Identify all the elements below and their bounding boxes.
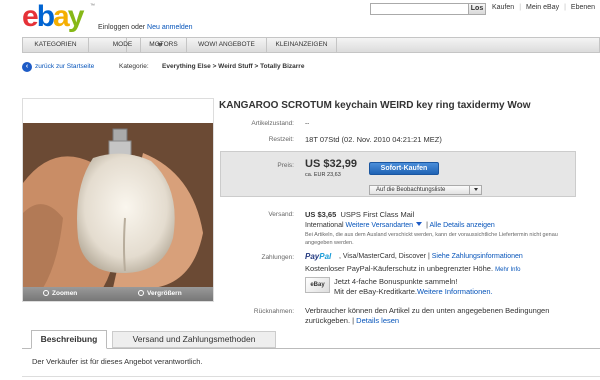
toplink-mein-ebay[interactable]: Mein eBay — [526, 4, 559, 11]
enlarge-label: Vergrößern — [147, 290, 182, 297]
search-input[interactable] — [370, 3, 468, 15]
top-links: Kaufen | Mein eBay | Ebenen — [492, 4, 595, 11]
buy-now-button[interactable]: Sofort-Kaufen — [369, 162, 439, 175]
paypal-logo: PayPal — [305, 252, 331, 261]
returns-description: Verbraucher können den Artikel zu den un… — [305, 306, 550, 325]
nav-kategorien[interactable]: KATEGORIEN — [23, 38, 89, 52]
nav-mode[interactable]: MODE — [105, 38, 141, 52]
paypal-protection-text: Kostenloser PayPal-Käuferschutz in unbeg… — [305, 264, 494, 273]
price-eur: ca. EUR 23,63 — [305, 172, 341, 178]
watchlist-dropdown[interactable] — [469, 185, 482, 195]
item-title: KANGAROO SCROTUM keychain WEIRD key ring… — [219, 100, 531, 111]
returns-text: Verbraucher können den Artikel zu den un… — [305, 306, 550, 325]
login-line: Einloggen oder Neu anmelden — [98, 24, 193, 31]
shipping-international: International Weitere Versandarten | Alle… — [305, 222, 495, 229]
payment-info-link[interactable]: Siehe Zahlungsinformationen — [432, 253, 523, 260]
returns-label: Rücknahmen: — [253, 308, 294, 315]
image-toolbar: Zoomen Vergrößern — [23, 287, 213, 301]
enlarge-button[interactable]: Vergrößern — [138, 287, 182, 301]
time-left-label: Restzeit: — [268, 136, 294, 143]
shipping-label: Versand: — [268, 211, 294, 218]
nav-motors[interactable]: MOTORS — [141, 38, 187, 52]
watchlist-button[interactable]: Auf die Beobachtungsliste — [369, 185, 482, 195]
bonus-info-link[interactable]: Weitere Informationen. — [417, 287, 493, 296]
divider — [22, 376, 600, 377]
register-link[interactable]: Neu anmelden — [147, 24, 193, 31]
ebay-logo[interactable]: ebay — [22, 0, 85, 33]
zoom-label: Zoomen — [52, 290, 78, 297]
toplink-ebenen[interactable]: Ebenen — [571, 4, 595, 11]
shipping-details-link[interactable]: Alle Details anzeigen — [429, 222, 494, 229]
category-nav: KATEGORIEN MODE MOTORS WOW! ANGEBOTE KLE… — [22, 37, 600, 53]
payment-label: Zahlungen: — [261, 254, 294, 261]
tab-divider — [22, 348, 600, 349]
header: ebay ™ Einloggen oder Neu anmelden Los K… — [0, 0, 600, 36]
shipping-cost: US $3,65 USPS First Class Mail — [305, 210, 414, 219]
time-left-value: 18T 07Std (02. Nov. 2010 04:21:21 MEZ) — [305, 135, 442, 144]
divider: | — [519, 4, 522, 11]
divider: | — [564, 4, 566, 11]
login-prefix: Einloggen oder — [98, 24, 148, 31]
search-button[interactable]: Los — [468, 3, 486, 15]
condition-label: Artikelzustand: — [251, 120, 294, 127]
toplink-kaufen[interactable]: Kaufen — [492, 4, 514, 11]
breadcrumb-label: Kategorie: — [119, 63, 149, 70]
bonus-text: Jetzt 4-fache Bonuspunkte sammeln! — [334, 277, 458, 286]
back-to-home-link[interactable]: zurück zur Startseite — [35, 63, 94, 70]
chevron-down-icon — [474, 188, 478, 191]
price-label: Preis: — [277, 162, 294, 169]
nav-kleinanzeigen[interactable]: KLEINANZEIGEN — [267, 38, 337, 52]
returns-details-link[interactable]: Details lesen — [356, 316, 399, 325]
nav-wow-angebote[interactable]: WOW! ANGEBOTE — [187, 38, 267, 52]
item-photo[interactable] — [23, 123, 213, 288]
more-info-link[interactable]: Mehr Info — [495, 267, 520, 273]
magnifier-plus-icon — [138, 290, 144, 296]
shipping-region: International — [305, 222, 344, 229]
more-shipping-link[interactable]: Weitere Versandarten — [345, 222, 413, 229]
seller-responsibility: Der Verkäufer ist für dieses Angebot ver… — [32, 357, 203, 366]
zoom-button[interactable]: Zoomen — [43, 287, 77, 301]
trademark-mark: ™ — [90, 3, 95, 9]
payment-methods: , Visa/MasterCard, Discover | Siehe Zahl… — [339, 253, 523, 260]
condition-value: -- — [305, 120, 310, 127]
shipping-note: Bei Artikeln, die aus dem Ausland versch… — [305, 232, 558, 246]
paypal-protection: Kostenloser PayPal-Käuferschutz in unbeg… — [305, 264, 520, 273]
bonus-card-line: Mit der eBay-Kreditkarte.Weitere Informa… — [334, 287, 493, 296]
payment-methods-text: , Visa/MasterCard, Discover — [339, 253, 427, 260]
tab-shipping-payment[interactable]: Versand und Zahlungsmethoden — [112, 331, 276, 348]
item-image-panel: Zoomen Vergrößern — [22, 98, 214, 302]
price-value: US $32,99 — [305, 158, 357, 170]
paypal-logo-pay: Pay — [305, 252, 320, 261]
back-arrow-icon[interactable]: ‹ — [22, 62, 32, 72]
paypal-logo-pal: Pal — [319, 252, 332, 261]
shipping-price: US $3,65 — [305, 210, 337, 219]
logo-letter-e: e — [22, 0, 39, 33]
magnifier-icon — [43, 290, 49, 296]
logo-letter-a: a — [53, 0, 70, 33]
logo-letter-y: y — [67, 0, 85, 33]
bonus-card-text: Mit der eBay-Kreditkarte. — [334, 287, 417, 296]
shipping-service: USPS First Class Mail — [340, 210, 415, 219]
breadcrumb-path[interactable]: Everything Else > Weird Stuff > Totally … — [162, 63, 304, 70]
tab-description[interactable]: Beschreibung — [31, 330, 107, 349]
credit-card-icon: eBay — [305, 277, 330, 293]
logo-letter-b: b — [36, 0, 55, 33]
chevron-down-icon — [416, 222, 423, 226]
